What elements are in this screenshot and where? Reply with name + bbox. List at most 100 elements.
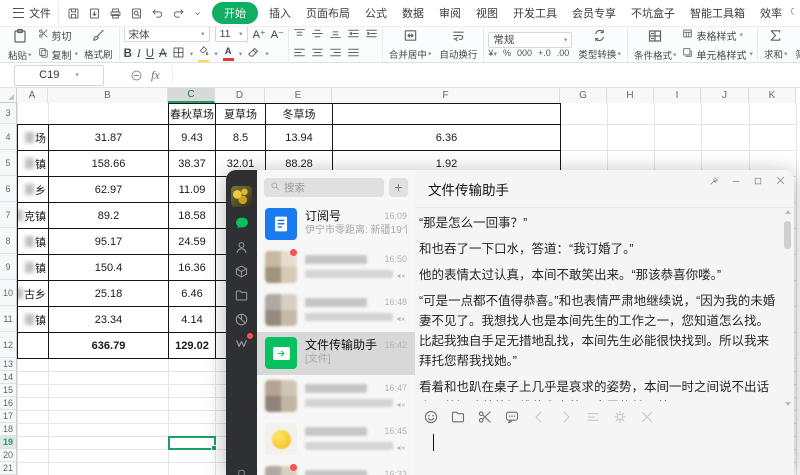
increase-font-button[interactable]: A⁺: [253, 28, 266, 41]
tab-公式[interactable]: 公式: [358, 2, 394, 24]
cell-B7[interactable]: 89.2: [48, 202, 169, 229]
chat-list-item-文件传输助手[interactable]: 文件传输助手[文件]16:42: [257, 332, 415, 375]
cell-C9[interactable]: 16.36: [168, 254, 216, 281]
column-header-K[interactable]: K: [749, 88, 796, 103]
cell-B12[interactable]: 636.79: [48, 332, 169, 359]
format-painter-button[interactable]: 格式刷: [82, 28, 115, 61]
cell-C11[interactable]: 4.14: [168, 306, 216, 333]
sidebar-moments-icon[interactable]: [234, 311, 250, 327]
cell-E4[interactable]: 13.94: [265, 124, 333, 151]
merge-center-button[interactable]: 合并居中▾: [387, 28, 434, 61]
borders-button[interactable]: [172, 46, 185, 62]
chat-scrollbar[interactable]: [784, 216, 792, 400]
cell-A8[interactable]: 镇: [17, 228, 49, 255]
table-style-button[interactable]: 表格样式▾: [682, 28, 753, 43]
sidebar-favorites-icon[interactable]: [234, 263, 250, 279]
formula-input[interactable]: [172, 66, 796, 85]
cell-D4[interactable]: 8.5: [215, 124, 266, 151]
percent-format-button[interactable]: %: [503, 48, 511, 58]
row-header-8[interactable]: 8: [0, 228, 17, 254]
command-search[interactable]: 查找命令、搜索模板: [789, 6, 794, 21]
column-header-B[interactable]: B: [48, 88, 168, 103]
user-avatar[interactable]: [231, 186, 252, 207]
sidebar-chat-files-icon[interactable]: [234, 287, 250, 303]
minimize-button[interactable]: [731, 176, 741, 186]
row-header-10[interactable]: 10: [0, 280, 17, 306]
cell-F4[interactable]: 6.36: [332, 124, 561, 151]
align-right-button[interactable]: [329, 46, 342, 62]
cell-A9[interactable]: 镇: [17, 254, 49, 281]
cell-E3[interactable]: 冬草场: [265, 103, 333, 125]
row-header-4[interactable]: 4: [0, 124, 17, 150]
underline-button[interactable]: U: [146, 48, 154, 60]
row-header-9[interactable]: 9: [0, 254, 17, 280]
cell-B10[interactable]: 25.18: [48, 280, 169, 307]
column-header-A[interactable]: A: [17, 88, 48, 103]
column-header-E[interactable]: E: [265, 88, 332, 103]
align-left-button[interactable]: [293, 46, 306, 62]
cell-C12[interactable]: 129.02: [168, 332, 216, 359]
tab-效率[interactable]: 效率: [753, 2, 789, 24]
decrease-font-button[interactable]: A⁻: [271, 28, 284, 41]
increase-indent-button[interactable]: [365, 27, 378, 43]
cell-A10[interactable]: 古乡: [17, 280, 49, 307]
cut-button[interactable]: 剪切: [38, 28, 79, 43]
align-top-button[interactable]: [293, 27, 306, 43]
row-header-14[interactable]: 14: [0, 371, 17, 384]
cell-A12[interactable]: [17, 332, 49, 359]
number-format-select[interactable]: 常规▾: [488, 32, 572, 48]
cell-B4[interactable]: 31.87: [48, 124, 169, 151]
font-size-select[interactable]: 11▾: [215, 26, 248, 42]
emoji-icon[interactable]: [423, 409, 439, 425]
tab-智能工具箱[interactable]: 智能工具箱: [683, 2, 752, 24]
cell-C8[interactable]: 24.59: [168, 228, 216, 255]
chat-list-item[interactable]: 16:45: [257, 418, 415, 461]
fill-color-button[interactable]: [198, 45, 209, 63]
row-header-12[interactable]: 12: [0, 332, 17, 358]
screenshot-icon[interactable]: [477, 409, 493, 425]
row-header-13[interactable]: 13: [0, 358, 17, 371]
lines-icon[interactable]: [585, 409, 601, 425]
tab-插入[interactable]: 插入: [262, 2, 298, 24]
italic-button[interactable]: I: [137, 48, 141, 60]
justify-button[interactable]: [347, 46, 360, 62]
column-header-F[interactable]: F: [332, 88, 560, 103]
preview-icon[interactable]: [130, 7, 143, 20]
zoom-out-icon[interactable]: [130, 69, 143, 82]
cell-C10[interactable]: 6.46: [168, 280, 216, 307]
column-header-I[interactable]: I: [654, 88, 701, 103]
fx-label[interactable]: fx: [151, 68, 160, 83]
more-icon[interactable]: [193, 9, 202, 18]
add-decimal-button[interactable]: +.0: [538, 48, 551, 58]
tab-视图[interactable]: 视图: [469, 2, 505, 24]
redo-icon[interactable]: [172, 7, 185, 20]
cell-A5[interactable]: 镇: [17, 150, 49, 177]
row-header-15[interactable]: 15: [0, 384, 17, 397]
row-header-11[interactable]: 11: [0, 306, 17, 332]
file-menu[interactable]: 文件: [6, 2, 59, 24]
decrease-indent-button[interactable]: [347, 27, 360, 43]
chat-list-item[interactable]: 16:47: [257, 375, 415, 418]
cell-A6[interactable]: 乡: [17, 176, 49, 203]
row-header-3[interactable]: 3: [0, 103, 17, 124]
close-button[interactable]: [775, 175, 786, 186]
cell-A7[interactable]: 克镇: [17, 202, 49, 229]
copy-button[interactable]: 复制▾: [38, 47, 79, 62]
cell-C5[interactable]: 38.37: [168, 150, 216, 177]
chat-list-item[interactable]: 16:33: [257, 461, 415, 475]
tab-数据[interactable]: 数据: [395, 2, 431, 24]
cell-C4[interactable]: 9.43: [168, 124, 216, 151]
cell-C6[interactable]: 11.09: [168, 176, 216, 203]
align-middle-button[interactable]: [311, 27, 324, 43]
row-header-16[interactable]: 16: [0, 397, 17, 410]
save-icon[interactable]: [67, 7, 80, 20]
strikethrough-button[interactable]: A: [159, 48, 167, 60]
row-header-19[interactable]: 19: [0, 436, 17, 449]
thousands-format-button[interactable]: 000: [517, 48, 532, 58]
column-header-C[interactable]: C: [168, 88, 215, 103]
tab-开发工具[interactable]: 开发工具: [506, 2, 564, 24]
tab-开始[interactable]: 开始: [212, 2, 258, 24]
wrap-text-button[interactable]: 自动换行: [437, 28, 479, 61]
cell-style-button[interactable]: 单元格样式▾: [682, 47, 753, 62]
name-box[interactable]: C19▾: [14, 65, 104, 86]
